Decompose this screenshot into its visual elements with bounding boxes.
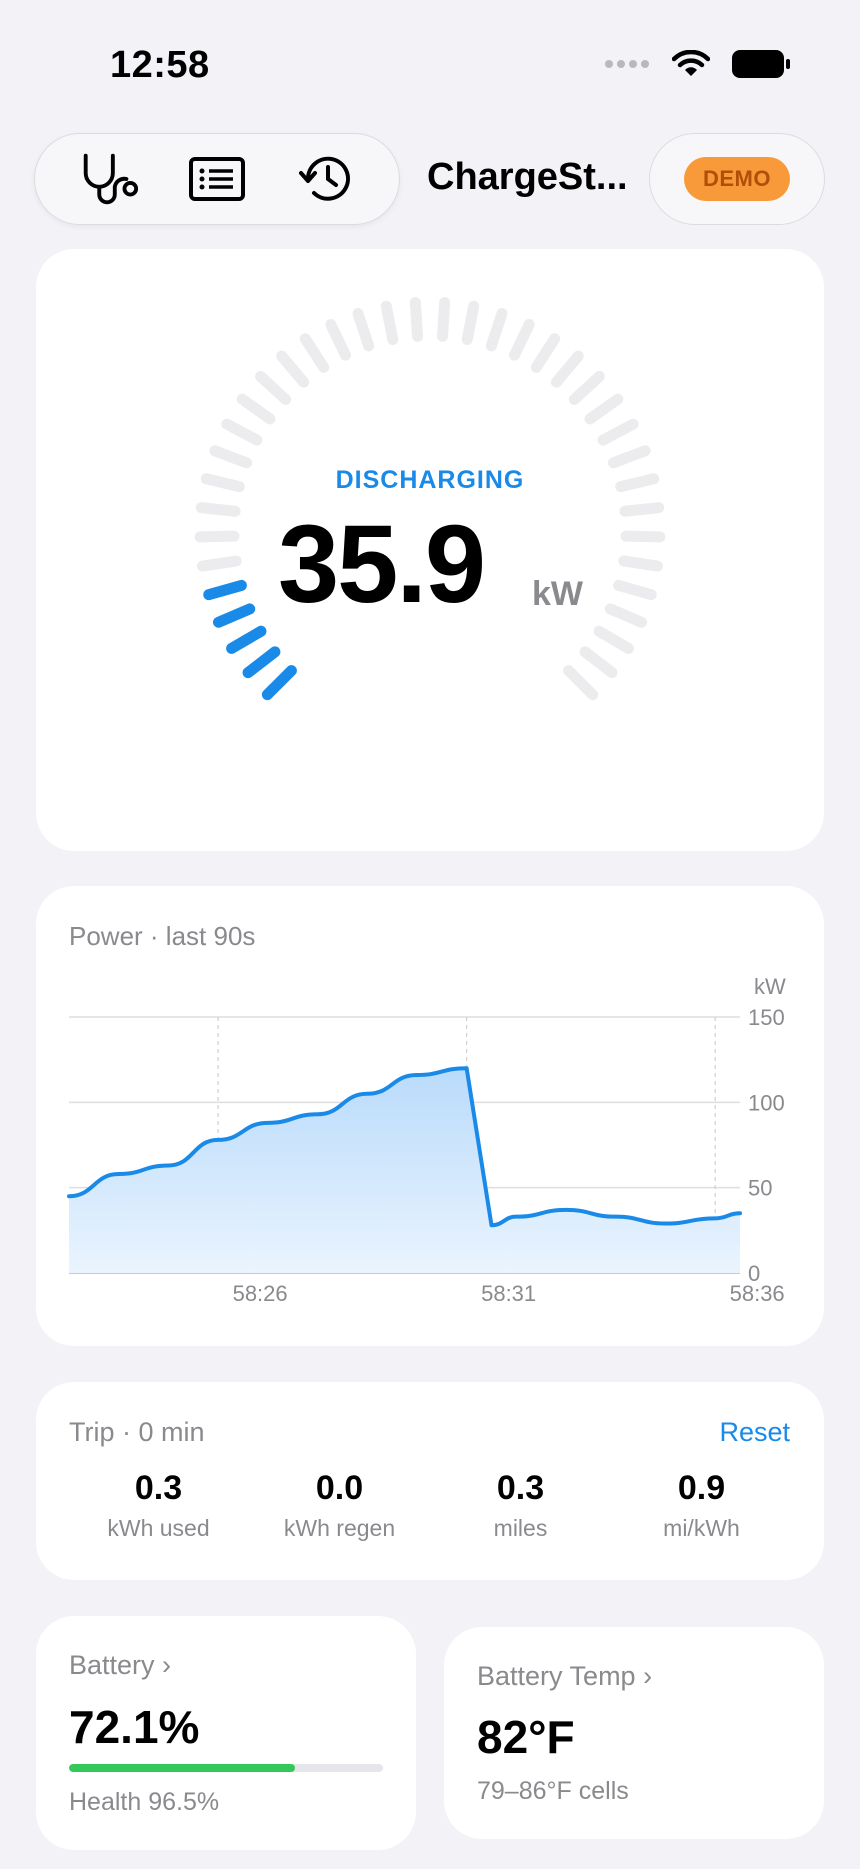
battery-percent: 72.1% bbox=[69, 1701, 200, 1753]
trip-stat-value: 0.3 bbox=[496, 1469, 545, 1507]
trip-stat-label: kWh regen bbox=[283, 1515, 396, 1542]
trip-stat-label: mi/kWh bbox=[663, 1515, 740, 1542]
trip-stat-miles: 0.3 miles bbox=[430, 1469, 611, 1542]
power-chart: 05010015058:26 58:31 58:36 bbox=[67, 1005, 785, 1306]
trip-stat-efficiency: 0.9 mi/kWh bbox=[611, 1469, 792, 1542]
battery-title[interactable]: Battery › bbox=[69, 1650, 171, 1681]
trip-stat-label: miles bbox=[493, 1515, 548, 1542]
battery-temp-range: 79–86°F cells bbox=[477, 1777, 629, 1805]
battery-temp-value: 82°F bbox=[477, 1711, 575, 1763]
trip-reset-button[interactable]: Reset bbox=[719, 1417, 790, 1448]
y-tick-label: 150 bbox=[748, 1005, 785, 1030]
power-area-fill bbox=[69, 1068, 740, 1273]
battery-temp-title[interactable]: Battery Temp › bbox=[477, 1661, 652, 1692]
trip-stat-kwh-used: 0.3 kWh used bbox=[68, 1469, 249, 1542]
x-tick-label: 58:36 bbox=[730, 1281, 785, 1306]
x-tick-label: 58:31 bbox=[481, 1281, 536, 1306]
x-tick-label: 58:26 bbox=[233, 1281, 288, 1306]
y-tick-label: 100 bbox=[748, 1090, 785, 1115]
battery-health: Health 96.5% bbox=[69, 1788, 220, 1816]
trip-stat-value: 0.0 bbox=[315, 1469, 364, 1507]
trip-stat-kwh-regen: 0.0 kWh regen bbox=[249, 1469, 430, 1542]
trip-title: Trip · 0 min bbox=[69, 1417, 205, 1447]
trip-stat-value: 0.9 bbox=[677, 1469, 726, 1507]
trip-stats: 0.3 kWh used 0.0 kWh regen 0.3 miles 0.9… bbox=[68, 1469, 792, 1542]
battery-level-fill bbox=[69, 1764, 296, 1772]
battery-level-bar bbox=[69, 1764, 383, 1772]
trip-stat-label: kWh used bbox=[107, 1515, 210, 1542]
y-tick-label: 50 bbox=[748, 1176, 772, 1201]
trip-stat-value: 0.3 bbox=[134, 1469, 183, 1507]
